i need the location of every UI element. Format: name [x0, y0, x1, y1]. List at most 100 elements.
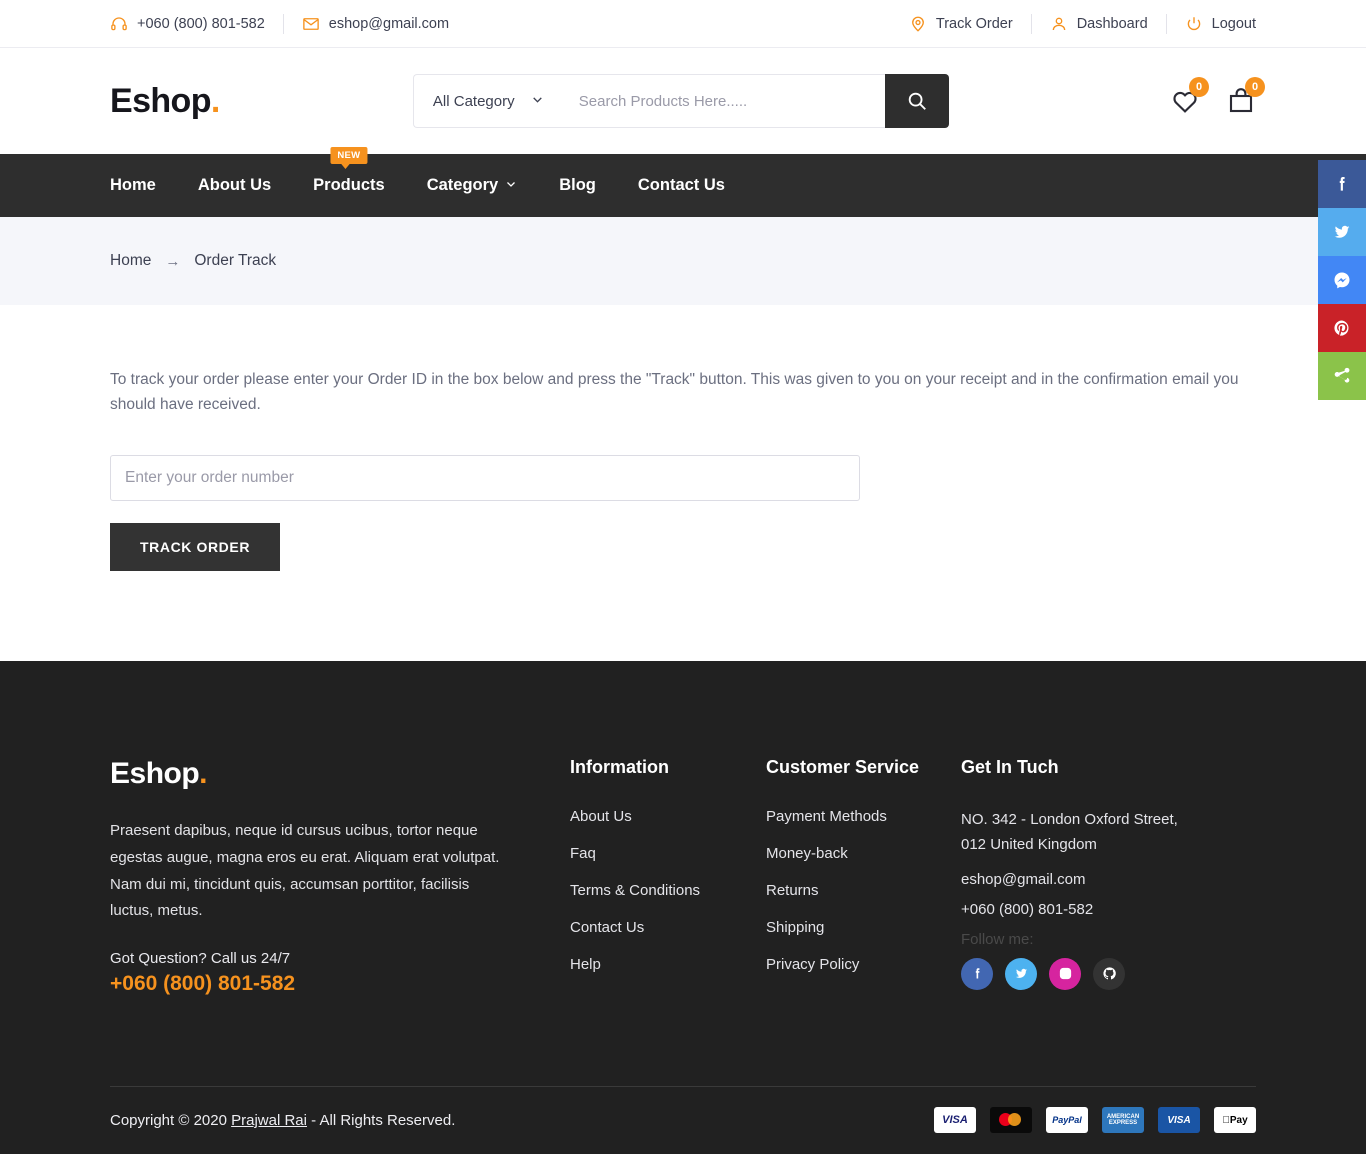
footer-twitter-button[interactable]	[1005, 957, 1037, 990]
footer-link-terms[interactable]: Terms & Conditions	[570, 882, 766, 899]
topbar-phone[interactable]: +060 (800) 801-582	[110, 15, 283, 33]
wishlist-count-badge: 0	[1189, 77, 1209, 97]
site-logo-text: Eshop	[110, 81, 212, 120]
nav-item-blog[interactable]: Blog	[559, 176, 596, 195]
pinterest-icon	[1334, 320, 1349, 336]
share-more-button[interactable]	[1318, 352, 1366, 400]
order-number-input[interactable]	[110, 455, 860, 502]
headset-icon	[110, 15, 128, 33]
share-icon	[1334, 367, 1350, 383]
footer-link-help[interactable]: Help	[570, 956, 766, 973]
footer-link-faq[interactable]: Faq	[570, 845, 766, 862]
footer-contact-phone[interactable]: +060 (800) 801-582	[961, 901, 1241, 918]
search-input[interactable]	[562, 74, 885, 128]
power-icon	[1185, 15, 1203, 33]
topbar-dashboard[interactable]: Dashboard	[1032, 15, 1166, 33]
nav-item-category[interactable]: Category	[427, 176, 518, 195]
footer-logo[interactable]: Eshop.	[110, 757, 570, 791]
category-select[interactable]: All Category	[412, 74, 563, 128]
footer-phone[interactable]: +060 (800) 801-582	[110, 972, 570, 996]
order-track-main: To track your order please enter your Or…	[0, 305, 1366, 661]
footer-link-about-us[interactable]: About Us	[570, 808, 766, 825]
cart-button[interactable]: 0	[1226, 77, 1265, 116]
nav-item-contact-us[interactable]: Contact Us	[638, 176, 725, 195]
share-facebook-button[interactable]	[1318, 160, 1366, 208]
site-footer: Eshop. Praesent dapibus, neque id cursus…	[0, 661, 1366, 1154]
topbar-logout-text: Logout	[1211, 15, 1256, 32]
topbar-phone-text: +060 (800) 801-582	[137, 15, 265, 32]
footer-customer-service-column: Customer Service Payment Methods Money-b…	[766, 757, 961, 996]
footer-customer-service-title: Customer Service	[766, 757, 920, 778]
cart-count-badge: 0	[1245, 77, 1265, 97]
nav-item-contact-us-label: Contact Us	[637, 176, 725, 194]
track-order-button[interactable]: TRACK ORDER	[110, 523, 281, 572]
share-twitter-button[interactable]	[1318, 208, 1366, 256]
nav-new-badge: NEW	[330, 147, 368, 169]
site-logo[interactable]: Eshop.	[110, 82, 220, 121]
category-select-label: All Category	[432, 92, 515, 110]
payment-methods: VISA PayPal AMERICANEXPRESS VISA Pay	[934, 1107, 1256, 1134]
search-icon	[908, 92, 926, 110]
footer-information-column: Information About Us Faq Terms & Conditi…	[570, 757, 766, 996]
footer-instagram-button[interactable]	[1049, 957, 1081, 990]
wishlist-button[interactable]: 0	[1170, 77, 1209, 116]
search-button[interactable]	[884, 74, 949, 128]
copyright-author-link[interactable]: Prajwal Rai	[231, 1112, 307, 1129]
footer-link-privacy-policy[interactable]: Privacy Policy	[766, 956, 961, 973]
top-bar: +060 (800) 801-582 eshop@gmail.com Track…	[0, 0, 1366, 48]
payment-badge-paypal: PayPal	[1046, 1107, 1088, 1134]
top-bar-right: Track Order Dashboard Logout	[891, 13, 1256, 34]
copyright-text: Copyright © 2020 Prajwal Rai - All Right…	[110, 1112, 455, 1129]
header-icons: 0 0	[1170, 77, 1265, 116]
chevron-down-icon	[531, 93, 544, 110]
footer-address: NO. 342 - London Oxford Street, 012 Unit…	[961, 811, 1178, 853]
location-pin-icon	[909, 15, 927, 33]
footer-link-contact-us[interactable]: Contact Us	[570, 919, 766, 936]
topbar-email[interactable]: eshop@gmail.com	[284, 15, 467, 33]
payment-badge-amex: AMERICAN EXPRESS	[1102, 1107, 1144, 1134]
twitter-icon	[1334, 225, 1350, 238]
nav-item-products[interactable]: NEW Products	[313, 147, 385, 195]
topbar-logout[interactable]: Logout	[1167, 15, 1256, 33]
nav-item-home-label: Home	[110, 176, 156, 194]
footer-contact-title: Get In Tuch	[961, 757, 1059, 778]
nav-item-products-label: Products	[313, 176, 385, 194]
copyright-suffix: - All Rights Reserved.	[306, 1111, 456, 1129]
footer-call-label: Got Question? Call us 24/7	[110, 949, 291, 967]
twitter-icon	[1015, 969, 1027, 979]
social-share-rail	[1318, 160, 1366, 400]
footer-columns: Eshop. Praesent dapibus, neque id cursus…	[110, 757, 1256, 996]
footer-follow-label: Follow me:	[961, 930, 1034, 948]
share-messenger-button[interactable]	[1318, 256, 1366, 304]
nav-item-home[interactable]: Home	[110, 176, 156, 195]
footer-facebook-button[interactable]	[961, 957, 993, 990]
footer-email[interactable]: eshop@gmail.com	[961, 871, 1241, 888]
payment-badge-visa-electron: VISA	[1158, 1107, 1200, 1134]
footer-github-button[interactable]	[1093, 957, 1125, 990]
nav-item-about-us-label: About Us	[197, 176, 272, 194]
footer-brand-column: Eshop. Praesent dapibus, neque id cursus…	[110, 757, 570, 996]
footer-link-payment-methods[interactable]: Payment Methods	[766, 808, 961, 825]
share-pinterest-button[interactable]	[1318, 304, 1366, 352]
payment-badge-visa: VISA	[934, 1107, 976, 1134]
topbar-email-text: eshop@gmail.com	[328, 15, 450, 32]
main-navigation: Home About Us NEW Products Category Blog…	[0, 147, 1366, 217]
breadcrumb-current: Order Track	[194, 252, 277, 269]
messenger-icon	[1334, 272, 1350, 289]
facebook-icon	[975, 968, 979, 979]
site-header: Eshop. All Category 0	[0, 48, 1366, 154]
footer-link-shipping[interactable]: Shipping	[766, 919, 961, 936]
footer-link-returns[interactable]: Returns	[766, 882, 961, 899]
topbar-track-order[interactable]: Track Order	[891, 15, 1031, 33]
user-icon	[1050, 15, 1068, 33]
footer-description: Praesent dapibus, neque id cursus ucibus…	[110, 822, 500, 920]
breadcrumb-home[interactable]: Home	[110, 252, 151, 270]
footer-link-money-back[interactable]: Money-back	[766, 845, 961, 862]
nav-item-blog-label: Blog	[559, 176, 596, 194]
footer-logo-text: Eshop	[110, 757, 200, 791]
copyright-prefix: Copyright © 2020	[110, 1111, 232, 1129]
github-icon	[1102, 967, 1116, 980]
top-bar-left: +060 (800) 801-582 eshop@gmail.com	[110, 13, 467, 34]
nav-item-about-us[interactable]: About Us	[198, 176, 271, 195]
breadcrumb-arrow-icon: →	[165, 252, 181, 270]
